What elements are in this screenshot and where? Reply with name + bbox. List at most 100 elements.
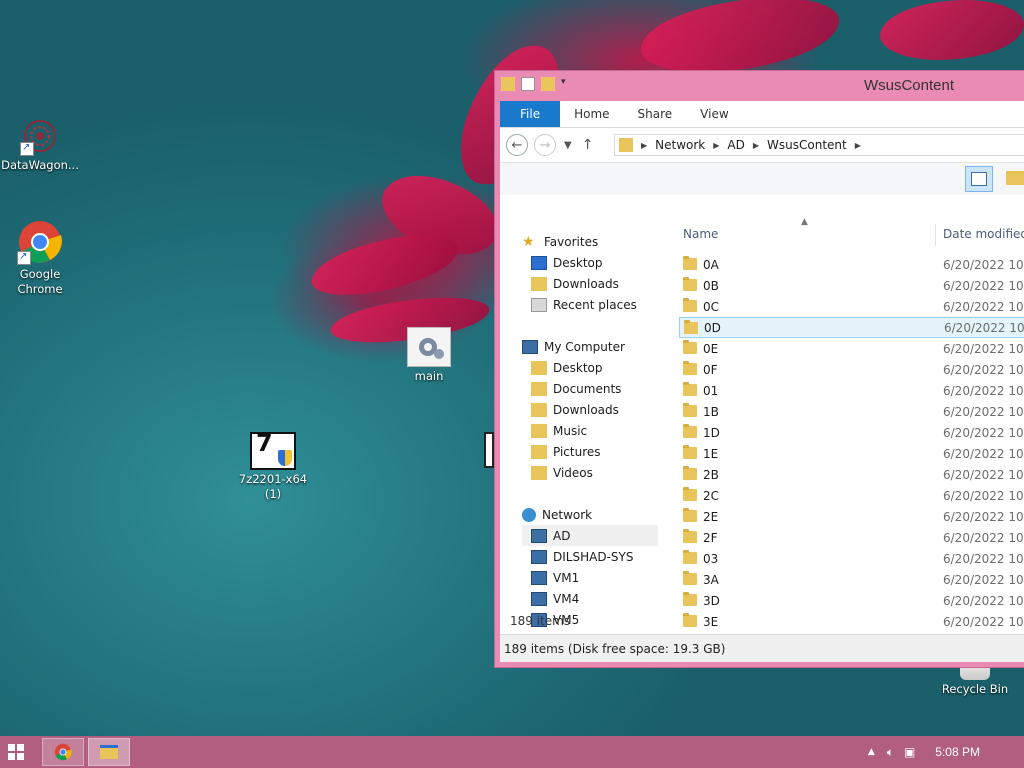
nav-favorites-desktop[interactable]: Desktop <box>531 252 603 273</box>
folder-icon <box>683 550 697 564</box>
file-date-modified: 6/20/2022 10:55 <box>943 551 1024 566</box>
desktop-icon-google-chrome[interactable]: Google Chrome <box>0 219 80 297</box>
videos-folder-icon <box>531 465 547 480</box>
forward-button[interactable]: → <box>534 134 556 156</box>
nav-network-ad[interactable]: AD <box>522 525 658 546</box>
tab-share[interactable]: Share <box>624 101 687 127</box>
music-folder-icon <box>531 423 547 438</box>
wallpaper-petal <box>880 0 1024 60</box>
file-row[interactable]: 0A 6/20/2022 10:18 <box>679 254 1024 275</box>
breadcrumb-network[interactable]: Network <box>655 138 705 152</box>
downloads-folder-icon <box>531 402 547 417</box>
file-explorer-window[interactable]: ▾ WsusContent File Home Share View ← → ▼… <box>494 70 1024 668</box>
windows-logo-icon <box>8 744 24 760</box>
nav-computer-videos[interactable]: Videos <box>531 462 593 483</box>
file-explorer-icon <box>100 745 118 759</box>
nav-network-vm4[interactable]: VM4 <box>531 588 579 609</box>
nav-computer-documents[interactable]: Documents <box>531 378 621 399</box>
folder-icon <box>683 340 697 354</box>
nav-my-computer[interactable]: My Computer <box>522 336 625 357</box>
folder-icon <box>683 466 697 480</box>
file-row[interactable]: 1D 6/20/2022 10:34 <box>679 422 1024 443</box>
address-bar[interactable]: ▶ Network ▶ AD ▶ WsusContent ▶ <box>614 134 1024 156</box>
breadcrumb-ad[interactable]: AD <box>727 138 744 152</box>
navigation-pane[interactable]: ★ Favorites Desktop Downloads Recent pla… <box>500 224 664 627</box>
file-name: 3D <box>703 593 720 608</box>
column-header-date-modified[interactable]: Date modified <box>943 227 1024 241</box>
file-name: 1D <box>703 425 720 440</box>
clock[interactable]: 5:08 PM <box>935 745 980 759</box>
tab-view[interactable]: View <box>686 101 742 127</box>
taskbar-file-explorer-button[interactable] <box>88 738 130 766</box>
start-button[interactable] <box>8 744 24 760</box>
nav-network-dilshad-sys[interactable]: DILSHAD-SYS <box>531 546 633 567</box>
folder-icon <box>683 529 697 543</box>
file-row[interactable]: 3A 6/20/2022 10:36 <box>679 569 1024 590</box>
file-row[interactable]: 0F 6/20/2022 10:54 <box>679 359 1024 380</box>
column-divider[interactable] <box>935 224 936 246</box>
breadcrumb-separator-icon[interactable]: ▶ <box>713 141 719 150</box>
show-hidden-icons-button[interactable]: ▲ <box>868 747 875 757</box>
breadcrumb-separator-icon[interactable]: ▶ <box>641 141 647 150</box>
file-row[interactable]: 2C 6/20/2022 10:55 <box>679 485 1024 506</box>
nav-computer-music[interactable]: Music <box>531 420 587 441</box>
taskbar-chrome-button[interactable] <box>42 738 84 766</box>
folder-options-button[interactable] <box>1003 166 1024 192</box>
desktop-icon-7zip-installer[interactable]: 7 7z2201-x64 (1) <box>233 431 313 502</box>
breadcrumb-separator-icon[interactable]: ▶ <box>855 141 861 150</box>
desktop-icon-main[interactable]: main <box>389 327 469 384</box>
file-date-modified: 6/20/2022 10:36 <box>943 572 1024 587</box>
nav-favorites[interactable]: ★ Favorites <box>522 231 598 252</box>
breadcrumb-wsuscontent[interactable]: WsusContent <box>767 138 847 152</box>
file-name: 0C <box>703 299 720 314</box>
file-row[interactable]: 0B 6/20/2022 10:36 <box>679 275 1024 296</box>
nav-favorites-recent-places[interactable]: Recent places <box>531 294 637 315</box>
tab-home[interactable]: Home <box>560 101 623 127</box>
file-row[interactable]: 2F 6/20/2022 10:38 <box>679 527 1024 548</box>
folder-icon <box>683 571 697 585</box>
wallpaper-petal <box>637 0 843 79</box>
file-name: 0D <box>704 320 721 335</box>
file-date-modified: 6/20/2022 10:34 <box>943 425 1024 440</box>
file-row[interactable]: 1E 6/20/2022 10:36 <box>679 443 1024 464</box>
nav-computer-pictures[interactable]: Pictures <box>531 441 601 462</box>
nav-computer-desktop[interactable]: Desktop <box>531 357 603 378</box>
file-row[interactable]: 03 6/20/2022 10:55 <box>679 548 1024 569</box>
title-bar[interactable]: ▾ WsusContent <box>495 71 1024 101</box>
file-list[interactable]: ▲ Name Date modified 0A 6/20/2022 10:18 0B… <box>673 217 1024 650</box>
breadcrumb-separator-icon[interactable]: ▶ <box>753 141 759 150</box>
desktop-icon-datawagon[interactable]: DataWagon... <box>0 116 80 173</box>
file-date-modified: 6/20/2022 10:36 <box>943 446 1024 461</box>
file-row[interactable]: 2B 6/20/2022 10:18 <box>679 464 1024 485</box>
file-name: 2B <box>703 467 719 482</box>
file-row[interactable]: 3E 6/20/2022 10:32 <box>679 611 1024 632</box>
folder-icon <box>683 361 697 375</box>
nav-label: Recent places <box>553 297 637 312</box>
nav-network[interactable]: Network <box>522 504 592 525</box>
file-row[interactable]: 01 6/20/2022 10:30 <box>679 380 1024 401</box>
up-button[interactable]: ↑ <box>582 137 594 153</box>
volume-muted-icon[interactable]: 🔈︎ <box>887 745 894 760</box>
tab-file[interactable]: File <box>500 101 561 127</box>
folder-icon <box>684 320 698 334</box>
back-button[interactable]: ← <box>506 134 528 156</box>
nav-network-vm1[interactable]: VM1 <box>531 567 579 588</box>
nav-label: Network <box>542 507 593 522</box>
file-date-modified: 6/20/2022 10:39 <box>943 509 1024 524</box>
nav-computer-downloads[interactable]: Downloads <box>531 399 619 420</box>
file-row[interactable]: 0D 6/20/2022 10:34 <box>679 317 1024 338</box>
file-row[interactable]: 1B 6/20/2022 10:34 <box>679 401 1024 422</box>
navigation-pane-button[interactable] <box>965 166 993 192</box>
nav-label: Desktop <box>553 255 603 270</box>
file-row[interactable]: 0C 6/20/2022 10:33 <box>679 296 1024 317</box>
file-row[interactable]: 2E 6/20/2022 10:39 <box>679 506 1024 527</box>
file-row[interactable]: 0E 6/20/2022 10:18 <box>679 338 1024 359</box>
nav-favorites-downloads[interactable]: Downloads <box>531 273 619 294</box>
recent-locations-dropdown[interactable]: ▼ <box>564 140 572 151</box>
folder-icon <box>683 256 697 270</box>
view-toolbar <box>500 162 1024 195</box>
network-status-icon[interactable]: ▣ <box>904 745 915 759</box>
file-row[interactable]: 3D 6/20/2022 10:33 <box>679 590 1024 611</box>
column-header-name[interactable]: Name <box>683 227 718 241</box>
partially-hidden-desktop-icon[interactable] <box>484 432 494 468</box>
